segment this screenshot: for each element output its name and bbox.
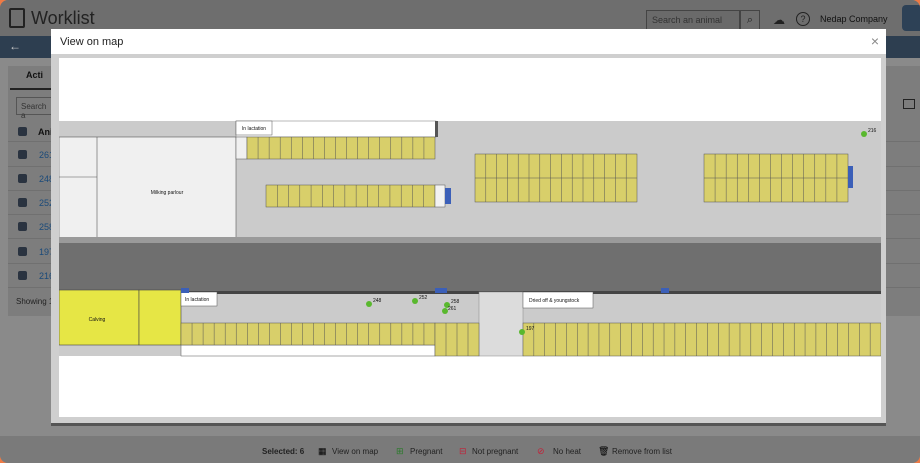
map-icon: ▦ [318, 446, 327, 456]
view-on-map-button[interactable]: View on map [332, 447, 378, 456]
calving-label: Calving [89, 317, 106, 323]
columns-icon[interactable] [903, 99, 915, 109]
stall-row-bottom-b [434, 322, 480, 357]
animal-label-197: 197 [526, 326, 535, 332]
selected-count: Selected: 6 [262, 447, 305, 456]
stall-row-top [246, 136, 436, 160]
cloud-icon[interactable]: ☁ [773, 13, 785, 27]
modal-bottom-edge [51, 423, 886, 426]
stall-row-middle [265, 184, 436, 208]
animal-search-input[interactable]: Search an animal [646, 10, 740, 30]
stall-row-bottom-a [180, 322, 436, 346]
gate-marker [445, 188, 451, 204]
map-frame: Milking parlour In lactation Calving In … [51, 54, 886, 423]
central-alley [59, 243, 881, 291]
no-heat-button[interactable]: No heat [553, 447, 581, 456]
search-icon[interactable]: ⌕ [740, 10, 760, 30]
animal-label-252: 252 [419, 295, 428, 301]
row-checkbox[interactable] [18, 150, 27, 159]
page-title: Worklist [31, 8, 95, 28]
dried-off-label: Dried off & youngstock [529, 298, 580, 304]
animal-label-248: 248 [373, 298, 382, 304]
row-checkbox[interactable] [18, 174, 27, 183]
stall-block-1 [474, 153, 638, 203]
stall-block-2 [703, 153, 849, 203]
select-all-checkbox[interactable] [18, 127, 27, 136]
view-on-map-modal: View on map × Milking parlour In lactati… [51, 29, 886, 426]
in-lactation-label-top: In lactation [242, 126, 266, 132]
stall-block-bg [246, 136, 436, 160]
stall-block-bg [522, 322, 881, 357]
animal-marker-248[interactable] [366, 301, 372, 307]
stall-block-bg [265, 184, 436, 208]
close-icon[interactable]: × [871, 33, 879, 49]
trash-icon: 🗑 [598, 446, 610, 456]
modal-title: View on map [60, 36, 124, 48]
in-lactation-label-bottom: In lactation [185, 297, 209, 303]
stall-block-bg [180, 322, 436, 346]
company-switcher[interactable]: Nedap Company [820, 14, 888, 24]
row-checkbox[interactable] [18, 247, 27, 256]
remove-from-list-button[interactable]: Remove from list [612, 447, 672, 456]
barn-map[interactable]: Milking parlour In lactation Calving In … [59, 58, 881, 417]
animal-label-258: 258 [451, 299, 460, 305]
animal-label-216: 216 [868, 128, 877, 134]
row-checkbox[interactable] [18, 222, 27, 231]
pregnant-button[interactable]: Pregnant [410, 447, 442, 456]
gate-marker [848, 166, 853, 188]
minus-icon: ⊟ [459, 446, 467, 456]
milking-parlour-label: Milking parlour [151, 190, 184, 196]
tab-indicator [10, 88, 52, 90]
milking-parlour-area [59, 136, 237, 246]
menu-button[interactable] [902, 5, 920, 31]
pagination-info: Showing 1 [16, 297, 54, 306]
not-pregnant-button[interactable]: Not pregnant [472, 447, 518, 456]
row-checkbox[interactable] [18, 271, 27, 280]
clipboard-icon [9, 8, 25, 28]
row-checkbox[interactable] [18, 198, 27, 207]
plus-icon: ⊞ [396, 446, 404, 456]
animal-marker-216[interactable] [861, 131, 867, 137]
no-heat-icon: ⊘ [537, 446, 545, 456]
list-search-input[interactable]: Search a [16, 97, 56, 120]
animal-marker-197[interactable] [519, 329, 525, 335]
animal-label-261: 261 [448, 306, 457, 312]
tab-active[interactable]: Acti [26, 70, 43, 80]
stall-row-bottom-c [522, 322, 881, 357]
animal-marker-252[interactable] [412, 298, 418, 304]
help-icon[interactable]: ? [796, 12, 810, 26]
back-arrow-icon[interactable]: ← [9, 39, 21, 53]
